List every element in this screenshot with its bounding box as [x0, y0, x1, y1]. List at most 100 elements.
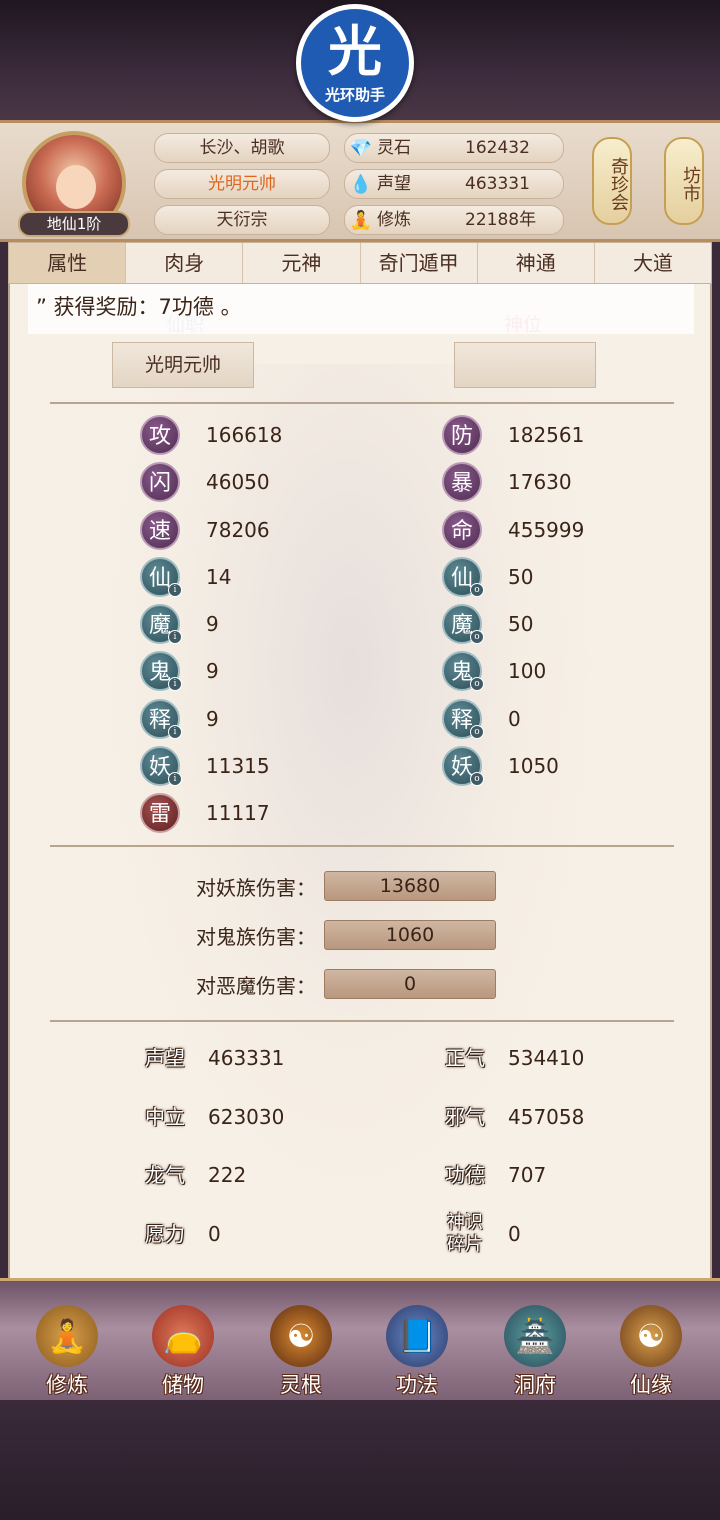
cave-palace-icon: 🏯 [504, 1305, 566, 1367]
tab-body[interactable]: 肉身 [126, 243, 244, 283]
reputation-label: 功德 [445, 1163, 485, 1187]
reputation-value: 457058 [508, 1105, 585, 1129]
dodge-icon: 闪 [140, 462, 180, 502]
stat-row: 防 182561 [442, 415, 584, 455]
speed-icon: 速 [140, 510, 180, 550]
demon-attack-icon: 魔i [140, 604, 182, 644]
nav-cultivate[interactable]: 🧘 修炼 [22, 1297, 112, 1401]
monster-attack-icon: 妖i [140, 746, 182, 786]
ghost-attack-icon: 鬼i [140, 651, 182, 691]
defense-icon: 防 [442, 415, 482, 455]
cultivation-row: 🧘 修炼 22188年 [344, 205, 564, 235]
immortal-attack-icon: 仙i [140, 557, 182, 597]
health-icon: 命 [442, 510, 482, 550]
tab-attributes[interactable]: 属性 [9, 243, 127, 283]
nav-label: 功法 [396, 1373, 438, 1397]
attack-badge-icon: i [168, 677, 182, 691]
reputation-row: 功德 707 [442, 1153, 546, 1197]
reputation-value: 623030 [208, 1105, 285, 1129]
stat-row: 速 78206 [140, 510, 270, 550]
stat-value: 78206 [206, 518, 270, 542]
nav-fate[interactable]: ☯ 仙缘 [606, 1297, 696, 1401]
attack-badge-icon: i [168, 630, 182, 644]
tab-abilities[interactable]: 神通 [478, 243, 595, 283]
reputation-value: 0 [208, 1222, 221, 1246]
stat-value: 50 [508, 612, 534, 636]
stat-row: 妖o 1050 [442, 746, 559, 786]
divider [50, 402, 674, 404]
nav-label: 储物 [162, 1373, 204, 1397]
nav-label: 仙缘 [630, 1373, 672, 1397]
damage-value: 1060 [324, 920, 496, 950]
damage-row: 对妖族伤害： 13680 [176, 870, 496, 902]
cultivation-label: 修炼 [377, 210, 411, 230]
stat-row: 仙o 50 [442, 557, 533, 597]
reputation-row: 正气 534410 [442, 1036, 584, 1080]
reputation-value: 534410 [508, 1046, 585, 1070]
tab-spirit[interactable]: 元神 [243, 243, 361, 283]
stat-value: 11117 [206, 801, 270, 825]
defense-badge-icon: o [470, 677, 484, 691]
attack-badge-icon: i [168, 772, 182, 786]
avatar-face [56, 165, 96, 209]
stat-value: 46050 [206, 470, 270, 494]
tab-dao[interactable]: 大道 [595, 243, 711, 283]
prestige-icon: 💧 [349, 174, 373, 195]
stat-value: 100 [508, 659, 547, 683]
monster-defense-icon: 妖o [442, 746, 484, 786]
ghost-defense-icon: 鬼o [442, 651, 484, 691]
attack-badge-icon: i [168, 725, 182, 739]
stat-row: 仙i 14 [140, 557, 231, 597]
stat-row: 暴 17630 [442, 462, 572, 502]
rank-badge: 地仙1阶 [18, 211, 130, 237]
critical-icon: 暴 [442, 462, 482, 502]
stat-row: 雷 11117 [140, 793, 270, 833]
divider [50, 845, 674, 847]
reputation-label: 邪气 [445, 1105, 485, 1129]
damage-label: 对鬼族伤害： [196, 924, 316, 949]
reputation-row: 愿力 0 [142, 1212, 221, 1256]
stat-row: 命 455999 [442, 510, 584, 550]
stat-value: 50 [508, 565, 534, 589]
reputation-row: 龙气 222 [142, 1153, 246, 1197]
nav-storage[interactable]: 👝 储物 [138, 1297, 228, 1401]
stat-value: 0 [508, 707, 521, 731]
logo-char: 光 [328, 19, 382, 83]
tab-bar: 属性 肉身 元神 奇门遁甲 神通 大道 [8, 242, 712, 284]
defense-badge-icon: o [470, 583, 484, 597]
app-logo[interactable]: 光 光环助手 [296, 4, 414, 122]
stat-row: 释i 9 [140, 699, 219, 739]
reputation-row: 邪气 457058 [442, 1095, 584, 1139]
profile-header: 地仙1阶 长沙、胡歌 光明元帅 天衍宗 💎 灵石 162432 💧 声望 463… [0, 120, 720, 242]
nav-techniques[interactable]: 📘 功法 [372, 1297, 462, 1401]
nav-cave[interactable]: 🏯 洞府 [490, 1297, 580, 1401]
defense-badge-icon: o [470, 772, 484, 786]
demon-defense-icon: 魔o [442, 604, 484, 644]
thunder-icon: 雷 [140, 793, 180, 833]
spirit-stone-icon: 💎 [349, 138, 373, 159]
tab-qimen[interactable]: 奇门遁甲 [361, 243, 478, 283]
nav-spirit-root[interactable]: ☯ 灵根 [256, 1297, 346, 1401]
title-pill[interactable]: 光明元帅 [154, 169, 330, 199]
nav-label: 修炼 [46, 1373, 88, 1397]
market-button[interactable]: 坊市 [664, 137, 704, 225]
bottom-nav: 🧘 修炼 👝 储物 ☯ 灵根 📘 功法 🏯 洞府 ☯ 仙缘 [0, 1278, 720, 1400]
sect-pill[interactable]: 天衍宗 [154, 205, 330, 235]
prestige-label: 声望 [377, 174, 411, 194]
reputation-label: 声望 [145, 1046, 185, 1070]
treasure-shop-button[interactable]: 奇珍会 [592, 137, 632, 225]
stat-row: 闪 46050 [140, 462, 270, 502]
reputation-label: 中立 [145, 1105, 185, 1129]
stat-value: 1050 [508, 754, 559, 778]
divine-rank-value [454, 342, 596, 388]
logo-inner: 光 光环助手 [301, 9, 409, 117]
stat-row: 鬼o 100 [442, 651, 546, 691]
stat-value: 166618 [206, 423, 283, 447]
stat-row: 妖i 11315 [140, 746, 270, 786]
prestige-row: 💧 声望 463331 [344, 169, 564, 199]
reputation-row: 中立 623030 [142, 1095, 284, 1139]
stat-row: 攻 166618 [140, 415, 282, 455]
reputation-row: 神识碎片 0 [442, 1212, 521, 1256]
spirit-stone-row: 💎 灵石 162432 [344, 133, 564, 163]
damage-label: 对恶魔伤害： [196, 973, 316, 998]
